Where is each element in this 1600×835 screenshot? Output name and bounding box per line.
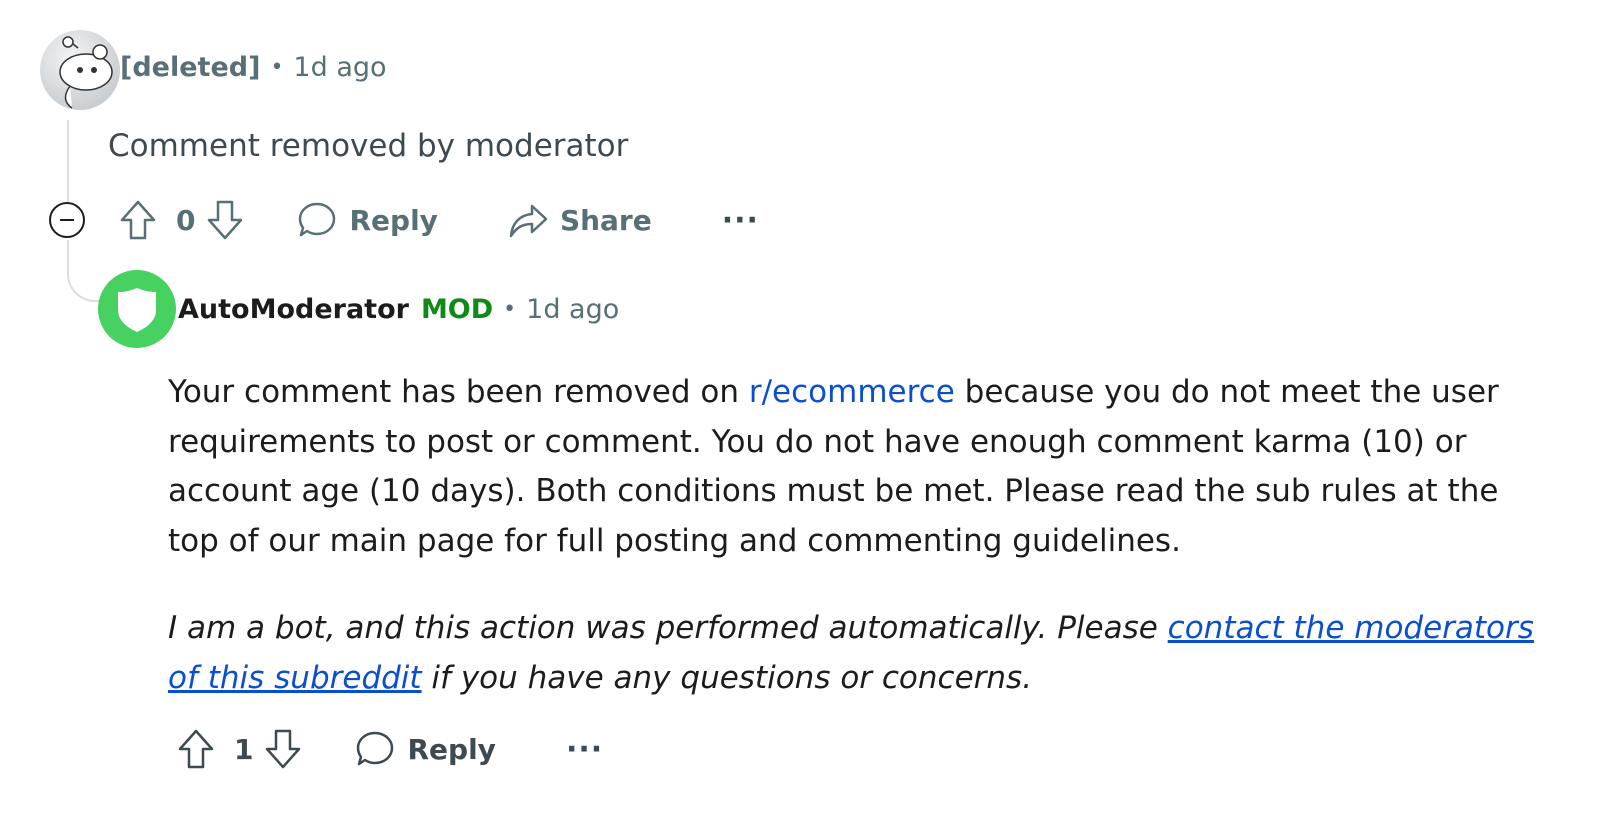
snoo-avatar-icon[interactable] <box>40 30 120 110</box>
upvote-icon[interactable] <box>118 198 158 242</box>
comment-body-removed: Comment removed by moderator <box>108 128 629 164</box>
share-label: Share <box>559 203 652 237</box>
reply-button[interactable]: Reply <box>297 200 438 240</box>
action-bar-automod: 1 Reply ··· <box>176 727 603 771</box>
username[interactable]: AutoModerator <box>178 294 409 325</box>
comment-icon <box>357 731 394 766</box>
more-icon[interactable]: ··· <box>722 203 759 238</box>
action-bar-deleted: 0 Reply Share ··· <box>118 198 759 242</box>
comment-body: Your comment has been removed on r/ecomm… <box>168 368 1538 566</box>
shield-icon <box>118 288 156 332</box>
bot-text-part2: if you have any questions or concerns. <box>421 659 1033 696</box>
bot-text-part1: I am a bot, and this action was performe… <box>168 610 1168 646</box>
vote-score: 1 <box>234 732 254 766</box>
comment-meta-deleted: [deleted] • 1d ago <box>120 52 387 83</box>
separator-dot: • <box>270 55 284 80</box>
timestamp[interactable]: 1d ago <box>526 294 619 325</box>
reply-label: Reply <box>349 203 438 237</box>
comment-icon <box>299 202 336 237</box>
reply-button[interactable]: Reply <box>355 729 496 769</box>
reply-label: Reply <box>407 732 496 766</box>
share-icon <box>509 204 548 238</box>
downvote-icon[interactable] <box>263 727 303 771</box>
username[interactable]: [deleted] <box>120 52 260 83</box>
mod-badge: MOD <box>420 294 494 325</box>
vote-score: 0 <box>176 203 196 237</box>
upvote-icon[interactable] <box>176 727 216 771</box>
share-button[interactable]: Share <box>508 200 652 240</box>
body-text-part1: Your comment has been removed on <box>168 374 749 410</box>
thread-line <box>67 120 69 202</box>
more-icon[interactable]: ··· <box>566 732 603 767</box>
separator-dot: • <box>503 297 517 322</box>
subreddit-link[interactable]: r/ecommerce <box>749 374 955 410</box>
collapse-icon[interactable] <box>49 202 85 238</box>
downvote-icon[interactable] <box>205 198 245 242</box>
automod-avatar[interactable] <box>98 270 176 348</box>
timestamp[interactable]: 1d ago <box>293 52 386 83</box>
bot-disclaimer: I am a bot, and this action was performe… <box>168 604 1538 703</box>
comment-meta-automod: AutoModerator MOD • 1d ago <box>178 294 619 325</box>
